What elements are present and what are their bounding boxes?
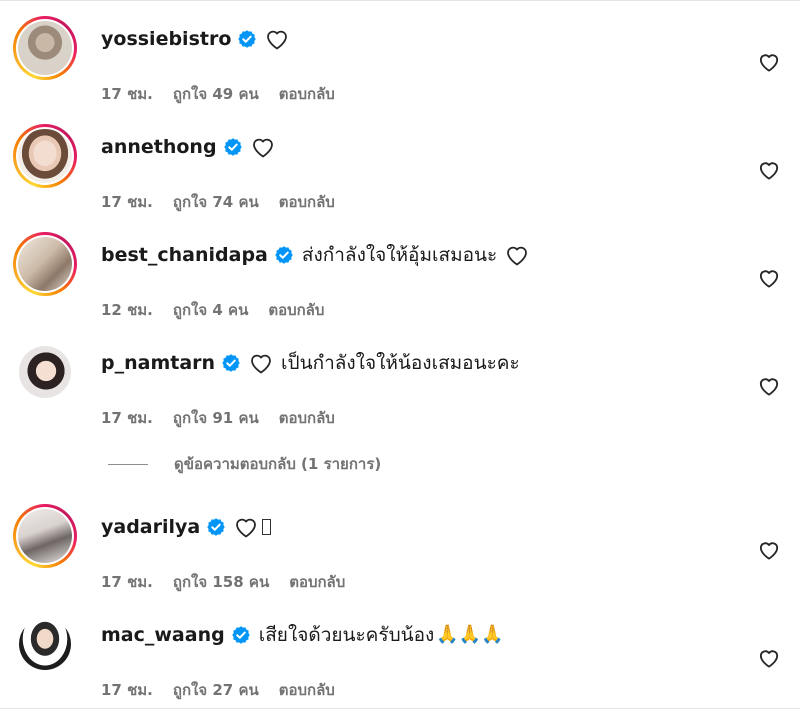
comment-item: mac_waang เสียใจด้วยนะครับน้อง 🙏🙏🙏 17 ชม… — [0, 612, 800, 720]
avatar — [18, 237, 72, 291]
heart-emoji-icon — [267, 30, 288, 50]
avatar-story-ring[interactable] — [13, 504, 77, 568]
avatar-wrapper[interactable] — [13, 340, 77, 404]
comment-time: 17 ชม. — [101, 193, 153, 211]
reply-button[interactable]: ตอบกลับ — [279, 82, 335, 106]
comment-likes[interactable]: ถูกใจ 74 คน — [173, 190, 259, 214]
comment-likes[interactable]: ถูกใจ 158 คน — [173, 570, 269, 594]
avatar — [18, 129, 72, 183]
verified-badge-icon — [223, 138, 242, 156]
comment-likes[interactable]: ถูกใจ 27 คน — [173, 678, 259, 702]
username[interactable]: yadarilya — [101, 514, 200, 540]
like-heart-icon[interactable] — [758, 160, 780, 180]
comment-item: yossiebistro 17 ชม. ถูกใจ 49 คน ตอบกลับ — [0, 16, 800, 124]
avatar-story-ring[interactable] — [13, 232, 77, 296]
comment-text: ส่งกำลังใจให้อุ้มเสมอนะ — [301, 244, 498, 266]
comment-likes[interactable]: ถูกใจ 91 คน — [173, 406, 259, 430]
heart-emoji-icon — [236, 518, 257, 538]
avatar — [18, 509, 72, 563]
reply-button[interactable]: ตอบกลับ — [268, 298, 324, 322]
comment-item: annethong 17 ชม. ถูกใจ 74 คน ตอบกลับ — [0, 124, 800, 232]
comment-time: 17 ชม. — [101, 681, 153, 699]
comment-time: 17 ชม. — [101, 573, 153, 591]
avatar — [18, 21, 72, 75]
comment-item: yadarilya 17 ชม. ถูกใจ 158 คน ตอบกลับ — [0, 504, 800, 612]
avatar — [19, 618, 71, 670]
username[interactable]: yossiebistro — [101, 26, 231, 52]
like-heart-icon[interactable] — [758, 540, 780, 560]
comment-time: 17 ชม. — [101, 409, 153, 427]
reply-button[interactable]: ตอบกลับ — [279, 678, 335, 702]
username[interactable]: mac_waang — [101, 622, 225, 648]
username[interactable]: best_chanidapa — [101, 242, 268, 268]
comment-text: เป็นกำลังใจให้น้องเสมอนะคะ — [281, 352, 520, 374]
top-divider — [0, 0, 800, 1]
comment-item: best_chanidapa ส่งกำลังใจให้อุ้มเสมอนะ 1… — [0, 232, 800, 340]
like-heart-icon[interactable] — [758, 376, 780, 396]
heart-emoji-icon — [252, 138, 273, 158]
comment-item: p_namtarn เป็นกำลังใจให้น้องเสมอนะคะ 17 … — [0, 340, 800, 448]
comment-time: 17 ชม. — [101, 85, 153, 103]
missing-glyph-icon — [262, 519, 272, 535]
comment-text: เสียใจด้วยนะครับน้อง — [258, 624, 435, 646]
avatar-story-ring[interactable] — [13, 16, 77, 80]
avatar-wrapper[interactable] — [13, 612, 77, 676]
view-replies-label: ดูข้อความตอบกลับ (1 รายการ) — [174, 455, 382, 473]
reply-button[interactable]: ตอบกลับ — [279, 406, 335, 430]
reply-button[interactable]: ตอบกลับ — [289, 570, 345, 594]
pray-emoji: 🙏🙏🙏 — [436, 624, 504, 645]
username[interactable]: annethong — [101, 134, 217, 160]
comment-time: 12 ชม. — [101, 301, 153, 319]
avatar-story-ring[interactable] — [13, 124, 77, 188]
like-heart-icon[interactable] — [758, 268, 780, 288]
comment-likes[interactable]: ถูกใจ 4 คน — [173, 298, 248, 322]
like-heart-icon[interactable] — [758, 52, 780, 72]
heart-emoji-icon — [507, 246, 528, 266]
avatar — [19, 346, 71, 398]
heart-emoji-icon — [251, 354, 271, 374]
verified-badge-icon — [238, 30, 257, 48]
verified-badge-icon — [222, 354, 240, 372]
view-replies-button[interactable]: ดูข้อความตอบกลับ (1 รายการ) — [108, 452, 381, 476]
verified-badge-icon — [207, 518, 225, 536]
verified-badge-icon — [275, 246, 293, 264]
username[interactable]: p_namtarn — [101, 350, 215, 376]
like-heart-icon[interactable] — [758, 648, 780, 668]
verified-badge-icon — [231, 626, 250, 644]
reply-button[interactable]: ตอบกลับ — [279, 190, 335, 214]
comment-likes[interactable]: ถูกใจ 49 คน — [173, 82, 259, 106]
replies-divider — [108, 463, 148, 465]
